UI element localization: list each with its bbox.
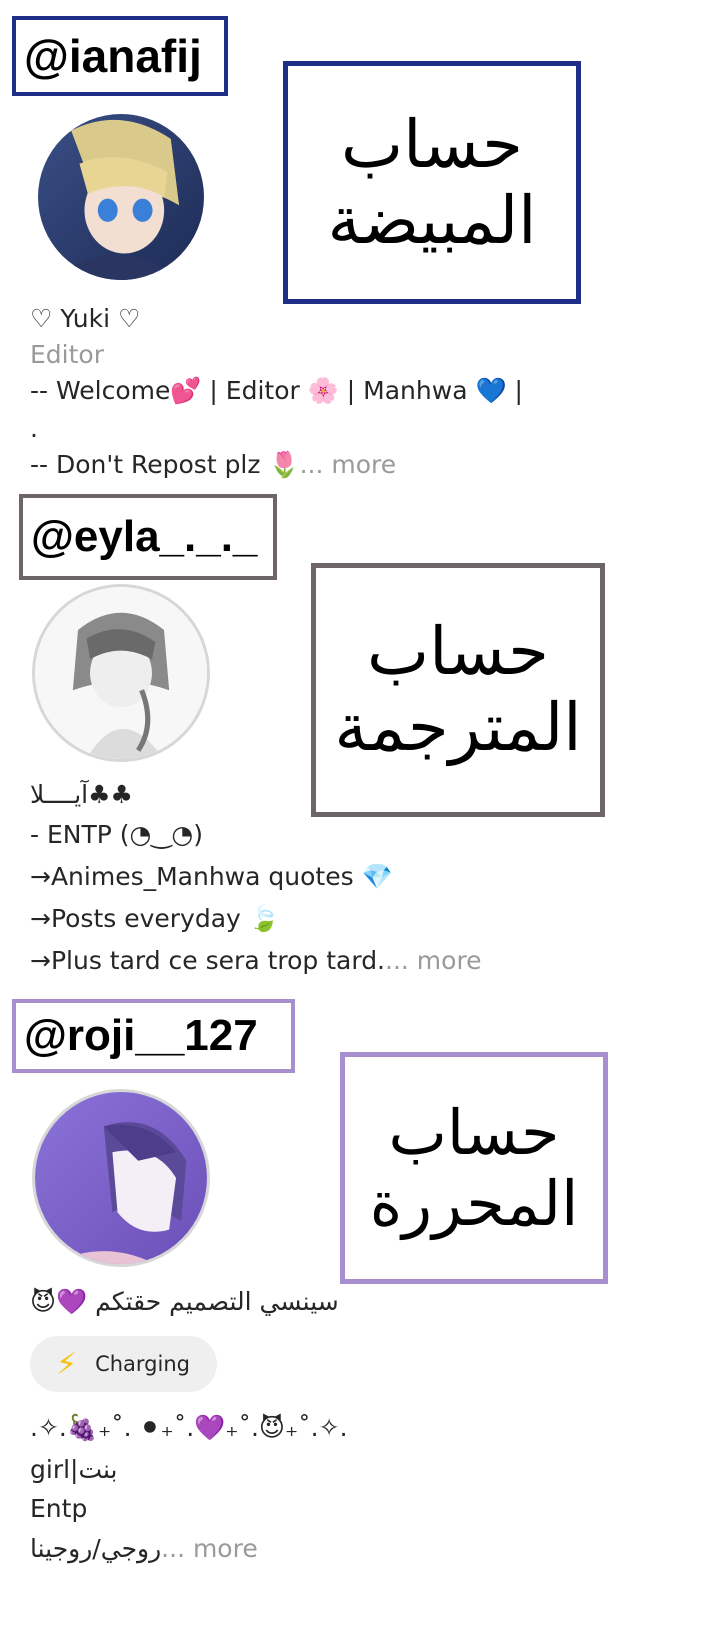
- bio-line: →Posts everyday 🍃: [30, 904, 280, 933]
- bio-line-last: روجي/روجينا... more: [30, 1534, 258, 1563]
- label-line1: حساب: [388, 1095, 560, 1169]
- lightning-bolt-icon: ⚡: [56, 1346, 78, 1382]
- bio-line: - ENTP (◔‿◔): [30, 820, 203, 849]
- profile-name: سينسي التصميم حقتكم 💜😈: [30, 1287, 339, 1316]
- avatar-image: [38, 114, 204, 280]
- bio-line-last: →Plus tard ce sera trop tard.... more: [30, 946, 482, 975]
- bio-line: بنت|girl: [30, 1455, 118, 1484]
- bio-line: .: [30, 414, 38, 443]
- charging-chip[interactable]: ⚡ Charging: [30, 1336, 217, 1392]
- label-box-translator: حساب المترجمة: [311, 563, 605, 817]
- label-line1: حساب: [341, 105, 523, 183]
- more-link[interactable]: ... more: [300, 450, 397, 479]
- bio-text: -- Don't Repost plz 🌷: [30, 450, 300, 479]
- profile-category: Editor: [30, 340, 104, 369]
- label-box-writer: حساب المحررة: [340, 1052, 608, 1284]
- more-link[interactable]: ... more: [385, 946, 482, 975]
- label-line2: المترجمة: [334, 689, 582, 766]
- bio-line-last: -- Don't Repost plz 🌷... more: [30, 450, 396, 480]
- bio-text: →Plus tard ce sera trop tard.: [30, 946, 386, 975]
- bio-line: -- Welcome💕 | Editor 🌸 | Manhwa 💙 |: [30, 376, 523, 405]
- label-line2: المبيضة: [327, 181, 537, 259]
- label-box-editor-whitener: حساب المبيضة: [283, 61, 581, 304]
- bio-line: →Animes_Manhwa quotes 💎: [30, 862, 393, 891]
- label-line1: حساب: [367, 613, 549, 691]
- avatar[interactable]: [32, 1089, 210, 1267]
- label-line2: المحررة: [369, 1167, 579, 1240]
- avatar-image: [35, 587, 207, 759]
- avatar[interactable]: [38, 114, 204, 280]
- handle-box-eyla[interactable]: @eyla_._._: [19, 494, 277, 580]
- handle-box-ianafij[interactable]: @ianafij: [12, 16, 228, 96]
- profile-name: ♡ Yuki ♡: [30, 304, 141, 333]
- more-link[interactable]: ... more: [161, 1534, 258, 1563]
- avatar[interactable]: [32, 584, 210, 762]
- profile-name: ♣♣آيــــلا: [30, 780, 133, 809]
- bio-text: روجي/روجينا: [30, 1534, 162, 1563]
- avatar-image: [35, 1092, 207, 1264]
- bio-line: .✧.🍇₊˚. ⚫₊˚.💜₊˚.😈₊˚.✧.: [30, 1413, 348, 1442]
- handle-box-roji[interactable]: @roji__127: [12, 999, 295, 1073]
- bio-line: Entp: [30, 1494, 88, 1523]
- charging-label: Charging: [95, 1352, 190, 1376]
